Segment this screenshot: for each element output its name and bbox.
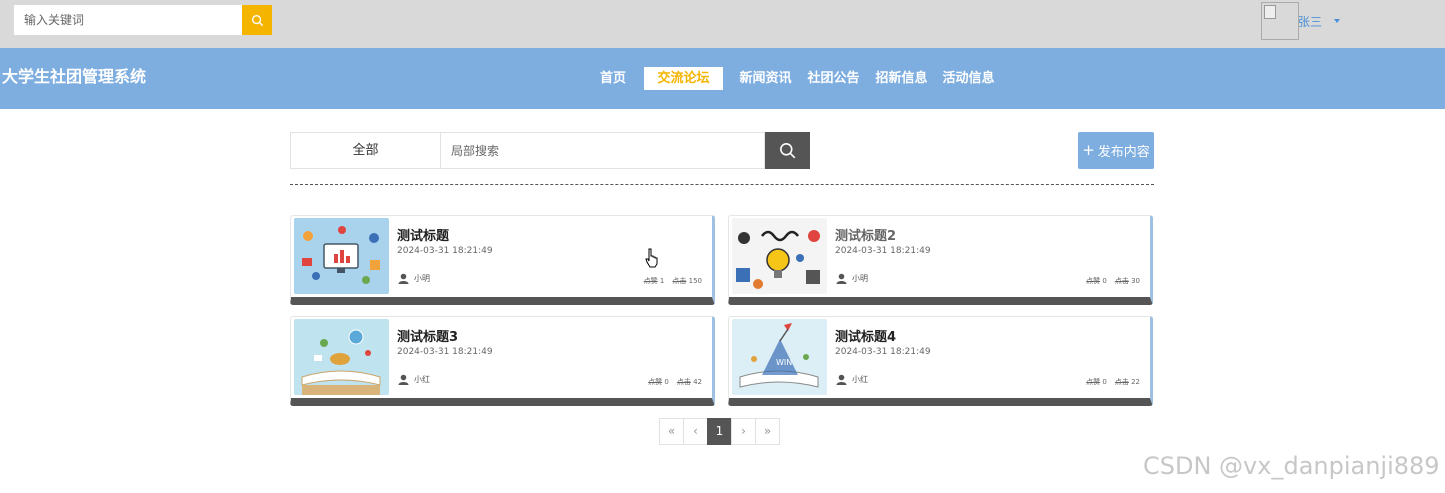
post-card[interactable]: 测试标题2 2024-03-31 18:21:49 小明 点赞 0 点击 30 xyxy=(728,215,1153,305)
post-title[interactable]: 测试标题 xyxy=(397,225,449,244)
nav-recruitment[interactable]: 招新信息 xyxy=(873,67,930,90)
user-icon xyxy=(836,273,847,284)
category-filter[interactable]: 全部 xyxy=(290,132,441,169)
post-thumbnail xyxy=(294,218,389,294)
keyword-search-button[interactable] xyxy=(242,5,272,35)
hand-cursor-icon xyxy=(645,248,658,268)
post-author: 小红 xyxy=(836,374,868,385)
post-author: 小明 xyxy=(398,273,430,284)
clicks-label: 点击 xyxy=(676,378,691,386)
nav-home[interactable]: 首页 xyxy=(592,67,634,90)
post-card[interactable]: WIN 测试标题4 2024-03-31 18:21:49 小红 点赞 0 点击… xyxy=(728,316,1153,406)
clicks-label: 点击 xyxy=(1114,277,1129,285)
clicks-count: 150 xyxy=(688,277,702,285)
clicks-count: 22 xyxy=(1131,378,1140,386)
post-stats: 点赞 1 点击 150 xyxy=(644,276,702,286)
chevron-down-icon[interactable] xyxy=(1334,19,1340,23)
post-title[interactable]: 测试标题2 xyxy=(835,225,896,244)
post-time: 2024-03-31 18:21:49 xyxy=(835,246,931,256)
post-card[interactable]: 测试标题3 2024-03-31 18:21:49 小红 点赞 0 点击 42 xyxy=(290,316,715,406)
likes-label: 点赞 xyxy=(643,277,658,285)
page-next-button[interactable]: › xyxy=(731,418,756,445)
search-icon xyxy=(251,14,263,26)
author-name: 小明 xyxy=(852,274,868,283)
page-last-button[interactable]: » xyxy=(755,418,780,445)
plus-icon: + xyxy=(1082,141,1095,159)
search-icon xyxy=(780,143,796,159)
avatar[interactable] xyxy=(1261,2,1299,40)
post-time: 2024-03-31 18:21:49 xyxy=(397,347,493,357)
top-bar: 张三 xyxy=(0,0,1445,48)
likes-label: 点赞 xyxy=(1086,277,1101,285)
likes-count: 1 xyxy=(659,277,665,285)
clicks-label: 点击 xyxy=(672,277,687,285)
local-search-input[interactable] xyxy=(441,132,765,169)
page-current-button[interactable]: 1 xyxy=(707,418,732,445)
likes-count: 0 xyxy=(1102,378,1107,386)
main-navbar: 大学生社团管理系统 首页 交流论坛 新闻资讯 社团公告 招新信息 活动信息 xyxy=(0,48,1445,109)
site-title: 大学生社团管理系统 xyxy=(2,67,147,86)
clicks-label: 点击 xyxy=(1114,378,1129,386)
post-title[interactable]: 测试标题4 xyxy=(835,326,896,345)
pagination: « ‹ 1 › » xyxy=(659,418,780,445)
post-thumbnail xyxy=(732,218,827,294)
likes-label: 点赞 xyxy=(648,378,663,386)
user-icon xyxy=(398,273,409,284)
user-icon xyxy=(398,374,409,385)
nav-forum[interactable]: 交流论坛 xyxy=(644,67,723,90)
keyword-search-input[interactable] xyxy=(14,5,242,35)
watermark: CSDN @vx_danpianji889 xyxy=(1143,452,1440,480)
nav-news[interactable]: 新闻资讯 xyxy=(737,67,794,90)
author-name: 小明 xyxy=(414,274,430,283)
publish-button[interactable]: + 发布内容 xyxy=(1078,132,1154,169)
user-icon xyxy=(836,374,847,385)
post-stats: 点赞 0 点击 42 xyxy=(648,377,702,387)
likes-count: 0 xyxy=(1102,277,1107,285)
post-thumbnail: WIN xyxy=(732,319,827,395)
nav-club-notice[interactable]: 社团公告 xyxy=(805,67,862,90)
local-search-button[interactable] xyxy=(765,132,810,169)
post-title[interactable]: 测试标题3 xyxy=(397,326,458,345)
username-link[interactable]: 张三 xyxy=(1298,13,1322,30)
author-name: 小红 xyxy=(414,375,430,384)
svg-text:WIN: WIN xyxy=(776,358,792,367)
divider xyxy=(290,184,1154,185)
page-prev-button[interactable]: ‹ xyxy=(683,418,708,445)
author-name: 小红 xyxy=(852,375,868,384)
post-thumbnail xyxy=(294,319,389,395)
post-stats: 点赞 0 点击 22 xyxy=(1086,377,1140,387)
post-author: 小明 xyxy=(836,273,868,284)
likes-count: 0 xyxy=(664,378,669,386)
post-author: 小红 xyxy=(398,374,430,385)
post-time: 2024-03-31 18:21:49 xyxy=(397,246,493,256)
publish-label: 发布内容 xyxy=(1097,145,1150,160)
clicks-count: 30 xyxy=(1131,277,1140,285)
post-time: 2024-03-31 18:21:49 xyxy=(835,347,931,357)
clicks-count: 42 xyxy=(693,378,702,386)
nav-activities[interactable]: 活动信息 xyxy=(940,67,997,90)
likes-label: 点赞 xyxy=(1086,378,1101,386)
post-stats: 点赞 0 点击 30 xyxy=(1086,276,1140,286)
page-first-button[interactable]: « xyxy=(659,418,684,445)
